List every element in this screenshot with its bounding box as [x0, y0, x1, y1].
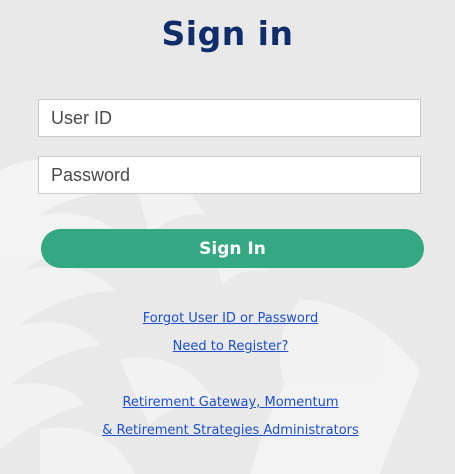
retirement-gateway-link-line1[interactable]: Retirement Gateway, Momentum [122, 395, 338, 410]
sign-in-button[interactable]: Sign In [41, 229, 424, 268]
register-link[interactable]: Need to Register? [3, 339, 455, 354]
retirement-strategies-link[interactable]: & Retirement Strategies Administrators [3, 423, 455, 438]
forgot-credentials-link[interactable]: Forgot User ID or Password [3, 311, 455, 326]
password-input[interactable] [38, 156, 421, 194]
retirement-gateway-link-line2[interactable]: & Retirement Strategies Administrators [102, 423, 359, 438]
page-title: Sign in [161, 14, 294, 53]
user-id-input[interactable] [38, 99, 421, 137]
retirement-gateway-link[interactable]: Retirement Gateway, Momentum [3, 395, 455, 410]
register-link-text[interactable]: Need to Register? [173, 339, 289, 354]
forgot-credentials-link-text[interactable]: Forgot User ID or Password [143, 311, 318, 326]
